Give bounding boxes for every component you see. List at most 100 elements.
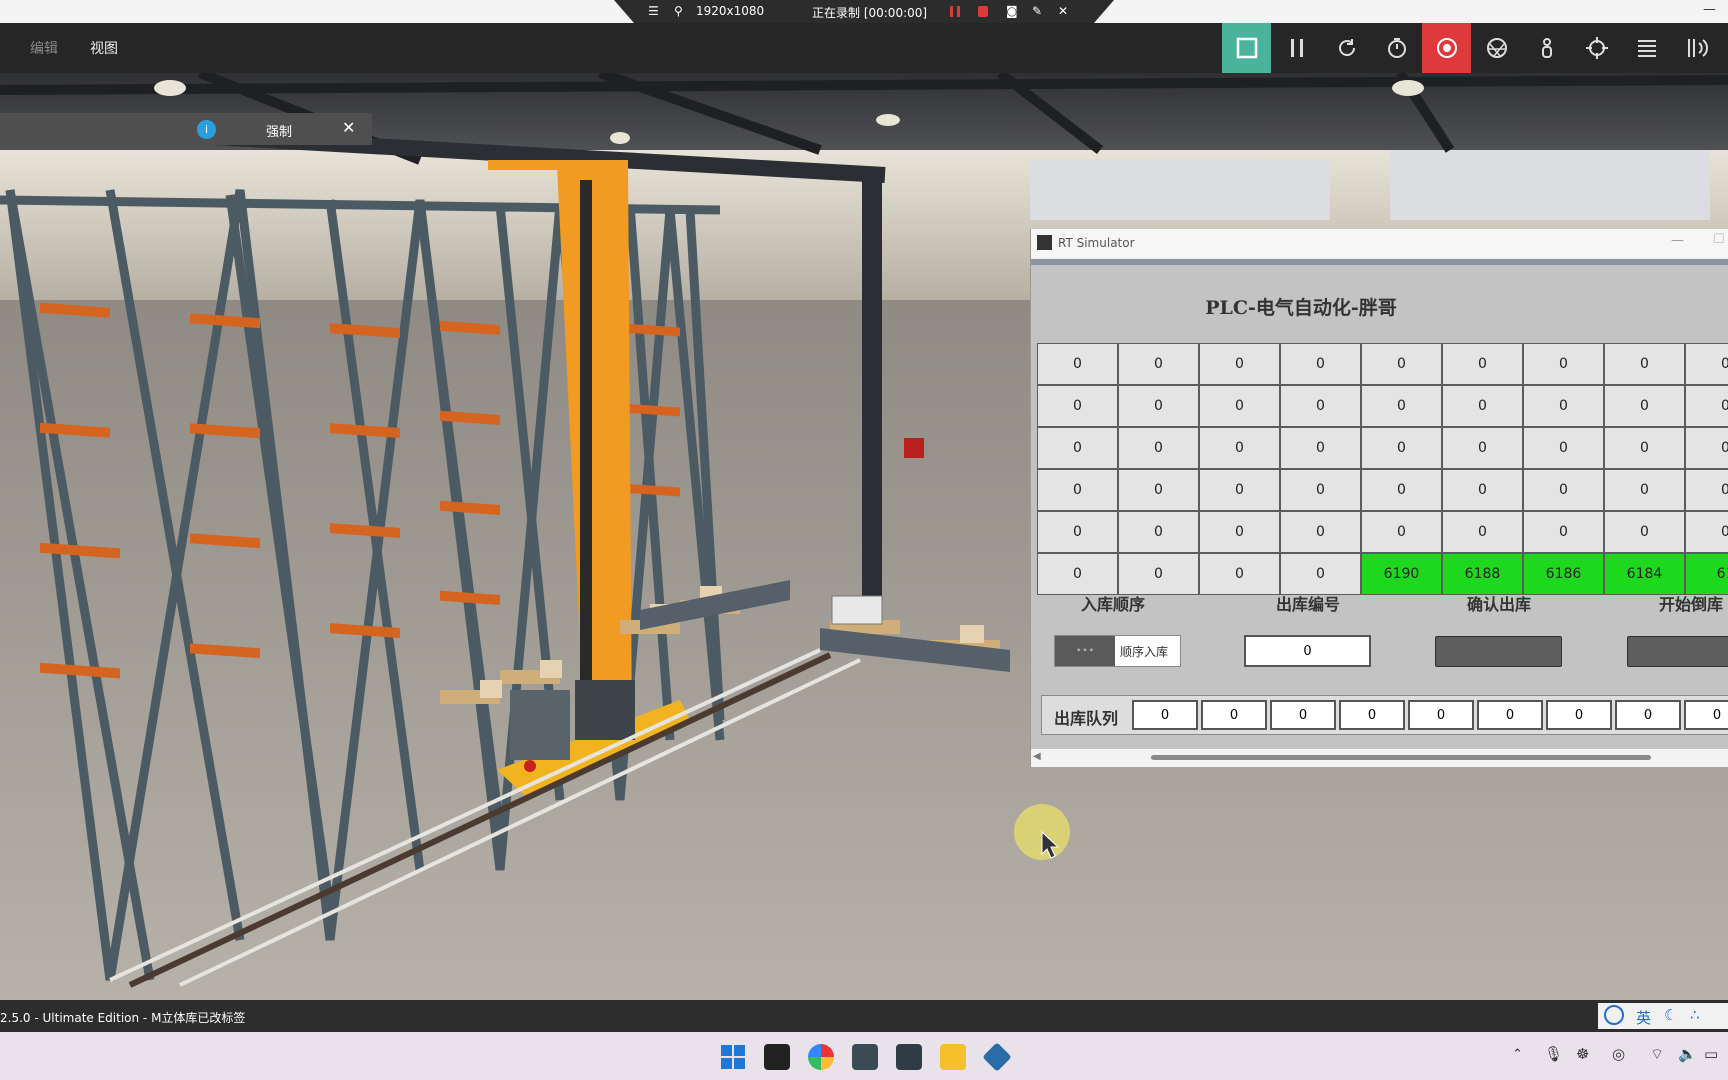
tray-ifly-icon[interactable]: ◎ bbox=[1612, 1045, 1625, 1063]
explorer-icon[interactable] bbox=[764, 1044, 790, 1070]
crosshair-icon[interactable] bbox=[1572, 23, 1621, 73]
menu-edit[interactable]: 编辑 bbox=[30, 38, 58, 58]
grid-cell: 0 bbox=[1685, 385, 1728, 427]
scrollbar-thumb[interactable] bbox=[1151, 755, 1651, 760]
pen-icon[interactable]: ✎ bbox=[1032, 4, 1042, 18]
browser-icon[interactable] bbox=[808, 1044, 834, 1070]
grid-cell: 0 bbox=[1037, 553, 1118, 595]
queue-slot[interactable]: 0 bbox=[1408, 700, 1474, 730]
grid-cell: 0 bbox=[1685, 469, 1728, 511]
ime-mode[interactable]: 英 bbox=[1636, 1007, 1651, 1028]
ifly-icon[interactable] bbox=[1604, 1005, 1624, 1025]
grid-cell: 0 bbox=[1280, 427, 1361, 469]
grid-cell: 0 bbox=[1442, 427, 1523, 469]
grid-cell: 0 bbox=[1280, 469, 1361, 511]
dots-icon[interactable]: ∴ bbox=[1690, 1006, 1700, 1024]
inbound-order-toggle-label: 顺序入库 bbox=[1120, 645, 1169, 659]
timer-icon[interactable] bbox=[1372, 23, 1421, 73]
info-icon: i bbox=[197, 120, 216, 139]
grid-cell: 0 bbox=[1118, 511, 1199, 553]
scroll-left-icon[interactable]: ◀ bbox=[1033, 751, 1041, 762]
status-bar: 2.5.0 - Ultimate Edition - M立体库已改标签 英 ☾ … bbox=[0, 1000, 1728, 1032]
rt-window-title: RT Simulator bbox=[1058, 236, 1135, 250]
grid-cell: 0 bbox=[1037, 469, 1118, 511]
winccrt-icon[interactable] bbox=[896, 1044, 922, 1070]
tray-chevron-icon[interactable]: ⌃ bbox=[1512, 1047, 1523, 1062]
grid-cell: 0 bbox=[1118, 427, 1199, 469]
windows-start-icon[interactable] bbox=[720, 1044, 746, 1070]
horizontal-scrollbar[interactable]: ◀ bbox=[1031, 749, 1728, 767]
confirm-outbound-button[interactable] bbox=[1435, 636, 1562, 667]
grid-cell: 0 bbox=[1199, 469, 1280, 511]
queue-slot[interactable]: 0 bbox=[1201, 700, 1267, 730]
tia-portal-icon[interactable] bbox=[852, 1044, 878, 1070]
queue-slot[interactable]: 0 bbox=[1546, 700, 1612, 730]
moon-icon[interactable]: ☾ bbox=[1664, 1006, 1677, 1024]
start-rearrange-button[interactable] bbox=[1627, 636, 1728, 667]
recorder-status: 正在录制 [00:00:00] bbox=[812, 6, 928, 20]
queue-slot[interactable]: 0 bbox=[1477, 700, 1543, 730]
grid-cell: 0 bbox=[1685, 427, 1728, 469]
grid-cell: 0 bbox=[1118, 469, 1199, 511]
panel-heading: PLC-电气自动化-胖哥 bbox=[1205, 297, 1397, 319]
list-icon[interactable] bbox=[1622, 23, 1671, 73]
rt-panel: PLC-电气自动化-胖哥 000000000000000000000000000… bbox=[1031, 259, 1728, 749]
grid-cell: 0 bbox=[1685, 343, 1728, 385]
outbound-queue: 出库队列 000000000 bbox=[1041, 695, 1728, 735]
wincc-app-icon bbox=[1037, 235, 1052, 250]
force-close-icon[interactable]: ✕ bbox=[342, 118, 355, 137]
grid-cell: 0 bbox=[1685, 511, 1728, 553]
force-label: 强制 bbox=[266, 125, 293, 140]
outbound-number-input[interactable]: 0 bbox=[1244, 635, 1371, 667]
grid-cell: 0 bbox=[1361, 427, 1442, 469]
inbound-order-toggle[interactable]: ∙∙∙ 顺序入库 bbox=[1054, 635, 1181, 667]
grid-cell: 0 bbox=[1280, 343, 1361, 385]
person-icon[interactable] bbox=[1522, 23, 1571, 73]
queue-slot[interactable]: 0 bbox=[1615, 700, 1681, 730]
signal-icon[interactable] bbox=[1672, 23, 1721, 73]
pause-icon[interactable] bbox=[1272, 23, 1321, 73]
queue-slot[interactable]: 0 bbox=[1132, 700, 1198, 730]
grid-cell: 0 bbox=[1280, 511, 1361, 553]
grid-cell: 6186 bbox=[1523, 553, 1604, 595]
grid-cell: 0 bbox=[1523, 343, 1604, 385]
rt-maximize-icon[interactable]: ☐ bbox=[1713, 232, 1725, 247]
menu-view[interactable]: 视图 bbox=[90, 38, 118, 58]
grid-cell: 0 bbox=[1037, 385, 1118, 427]
recorder-menu-icon[interactable]: ☰ bbox=[648, 4, 659, 18]
confirm-outbound-label: 确认出库 bbox=[1467, 595, 1532, 614]
battery-icon[interactable]: ▭ bbox=[1704, 1045, 1718, 1063]
grid-cell: 0 bbox=[1604, 385, 1685, 427]
grid-cell: 0 bbox=[1361, 511, 1442, 553]
outbound-number-label: 出库编号 bbox=[1276, 595, 1341, 614]
grid-cell: 0 bbox=[1361, 343, 1442, 385]
stop-square-icon[interactable] bbox=[1222, 23, 1271, 73]
grid-cell: 0 bbox=[1118, 385, 1199, 427]
status-text: 2.5.0 - Ultimate Edition - M立体库已改标签 bbox=[0, 1011, 246, 1025]
recorder-close-icon[interactable]: ✕ bbox=[1058, 4, 1068, 18]
queue-slot[interactable]: 0 bbox=[1339, 700, 1405, 730]
pin-icon[interactable]: ⚲ bbox=[674, 4, 683, 18]
queue-slot[interactable]: 0 bbox=[1270, 700, 1336, 730]
grid-cell: 0 bbox=[1199, 553, 1280, 595]
microphone-icon[interactable]: 🎙 bbox=[1544, 1045, 1563, 1063]
camera-target-icon[interactable] bbox=[1422, 23, 1471, 73]
volume-icon[interactable]: 🔈 bbox=[1678, 1045, 1697, 1063]
tray-app-icon[interactable]: ☸ bbox=[1576, 1045, 1589, 1063]
screenshot-icon[interactable]: ◙ bbox=[1006, 4, 1018, 18]
recorder-stop-icon[interactable] bbox=[978, 6, 988, 17]
grid-cell: 6190 bbox=[1361, 553, 1442, 595]
wifi-icon[interactable]: ⌔ bbox=[1650, 1045, 1664, 1064]
folder-icon[interactable] bbox=[940, 1044, 966, 1070]
reset-icon[interactable] bbox=[1322, 23, 1371, 73]
grid-cell: 0 bbox=[1199, 343, 1280, 385]
aperture-icon[interactable] bbox=[1472, 23, 1521, 73]
ime-toolbar: 英 ☾ ∴ bbox=[1598, 1003, 1728, 1029]
queue-slot[interactable]: 0 bbox=[1684, 700, 1728, 730]
rt-minimize-icon[interactable]: — bbox=[1671, 233, 1684, 248]
recorder-pause-icon[interactable] bbox=[950, 6, 960, 17]
recorder-resolution: 1920x1080 bbox=[696, 4, 765, 18]
grid-cell: 0 bbox=[1442, 511, 1523, 553]
window-minimize-icon[interactable]: — bbox=[1703, 2, 1716, 17]
grid-cell: 6188 bbox=[1442, 553, 1523, 595]
